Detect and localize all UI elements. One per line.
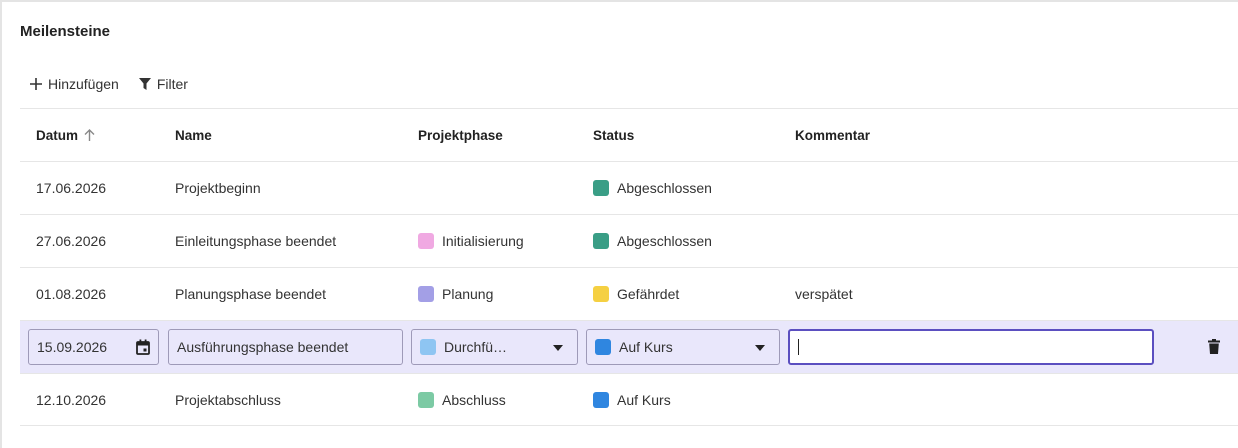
cell-status: Abgeschlossen bbox=[593, 215, 712, 267]
cell-phase: Initialisierung bbox=[418, 215, 524, 267]
cell-comment: verspätet bbox=[795, 286, 853, 302]
panel-title: Meilensteine bbox=[20, 23, 111, 40]
column-header-name[interactable]: Name bbox=[175, 109, 212, 161]
table-row[interactable]: 27.06.2026 Einleitungsphase beendet Init… bbox=[20, 214, 1238, 267]
phase-label: Initialisierung bbox=[442, 233, 524, 249]
status-color-swatch bbox=[593, 392, 609, 408]
cell-date: 27.06.2026 bbox=[36, 233, 107, 249]
table-row[interactable]: 17.06.2026 Projektbeginn Abgeschlossen bbox=[20, 161, 1238, 214]
dropdown-arrow-icon[interactable] bbox=[755, 345, 765, 351]
delete-icon[interactable] bbox=[1208, 339, 1220, 354]
status-select-value: Auf Kurs bbox=[619, 339, 673, 355]
add-button[interactable]: Hinzufügen bbox=[20, 68, 129, 100]
filter-button[interactable]: Filter bbox=[129, 68, 198, 100]
table-row[interactable]: 01.08.2026 Planungsphase beendet Planung… bbox=[20, 267, 1238, 320]
cell-name: Einleitungsphase beendet bbox=[175, 233, 337, 249]
phase-color-swatch bbox=[418, 392, 434, 408]
phase-color-swatch bbox=[418, 286, 434, 302]
name-input[interactable]: Ausführungsphase beendet bbox=[168, 329, 403, 365]
column-header-status[interactable]: Status bbox=[593, 109, 634, 161]
text-cursor bbox=[798, 339, 799, 355]
phase-label: Abschluss bbox=[442, 392, 506, 408]
date-input-value: 15.09.2026 bbox=[37, 339, 108, 355]
comment-input[interactable] bbox=[788, 329, 1154, 365]
phase-select[interactable]: Durchfü… bbox=[411, 329, 578, 365]
column-header-date[interactable]: Datum bbox=[36, 109, 95, 161]
date-input[interactable]: 15.09.2026 bbox=[28, 329, 159, 365]
column-header-comment[interactable]: Kommentar bbox=[795, 109, 870, 161]
cell-phase: Abschluss bbox=[418, 374, 506, 426]
table-row[interactable]: 12.10.2026 Projektabschluss Abschluss Au… bbox=[20, 373, 1238, 426]
dropdown-arrow-icon[interactable] bbox=[553, 345, 563, 351]
cell-name: Projektabschluss bbox=[175, 392, 281, 408]
status-label: Gefährdet bbox=[617, 286, 680, 302]
phase-select-value: Durchfü… bbox=[444, 339, 508, 355]
milestones-table: Datum Name Projektphase Status Kommentar… bbox=[20, 108, 1238, 426]
status-color-swatch bbox=[593, 233, 609, 249]
cell-date: 12.10.2026 bbox=[36, 392, 107, 408]
add-button-label: Hinzufügen bbox=[48, 76, 119, 92]
phase-label: Planung bbox=[442, 286, 494, 302]
status-select[interactable]: Auf Kurs bbox=[586, 329, 780, 365]
phase-color-swatch bbox=[418, 233, 434, 249]
status-label: Abgeschlossen bbox=[617, 180, 712, 196]
toolbar: Hinzufügen Filter bbox=[20, 66, 198, 102]
cell-status: Gefährdet bbox=[593, 268, 679, 320]
cell-name: Projektbeginn bbox=[175, 180, 261, 196]
cell-status: Auf Kurs bbox=[593, 374, 671, 426]
cell-date: 17.06.2026 bbox=[36, 180, 107, 196]
calendar-icon[interactable] bbox=[136, 339, 150, 355]
phase-color-swatch bbox=[420, 339, 436, 355]
cell-name: Planungsphase beendet bbox=[175, 286, 327, 302]
status-label: Abgeschlossen bbox=[617, 233, 712, 249]
filter-icon bbox=[138, 78, 151, 90]
cell-phase: Planung bbox=[418, 268, 493, 320]
sort-ascending-icon bbox=[84, 129, 95, 141]
milestones-panel: Meilensteine Hinzufügen Filter Datum Nam… bbox=[0, 0, 1238, 448]
column-header-phase[interactable]: Projektphase bbox=[418, 109, 503, 161]
plus-icon bbox=[30, 78, 42, 90]
status-color-swatch bbox=[595, 339, 611, 355]
status-color-swatch bbox=[593, 180, 609, 196]
status-color-swatch bbox=[593, 286, 609, 302]
cell-date: 01.08.2026 bbox=[36, 286, 107, 302]
cell-status: Abgeschlossen bbox=[593, 162, 712, 214]
table-header-row: Datum Name Projektphase Status Kommentar bbox=[20, 108, 1238, 161]
table-row-editing[interactable]: 15.09.2026 Ausführungsphase beendet Durc… bbox=[20, 320, 1238, 373]
status-label: Auf Kurs bbox=[617, 392, 671, 408]
filter-button-label: Filter bbox=[156, 76, 188, 92]
name-input-value: Ausführungsphase beendet bbox=[177, 339, 349, 355]
